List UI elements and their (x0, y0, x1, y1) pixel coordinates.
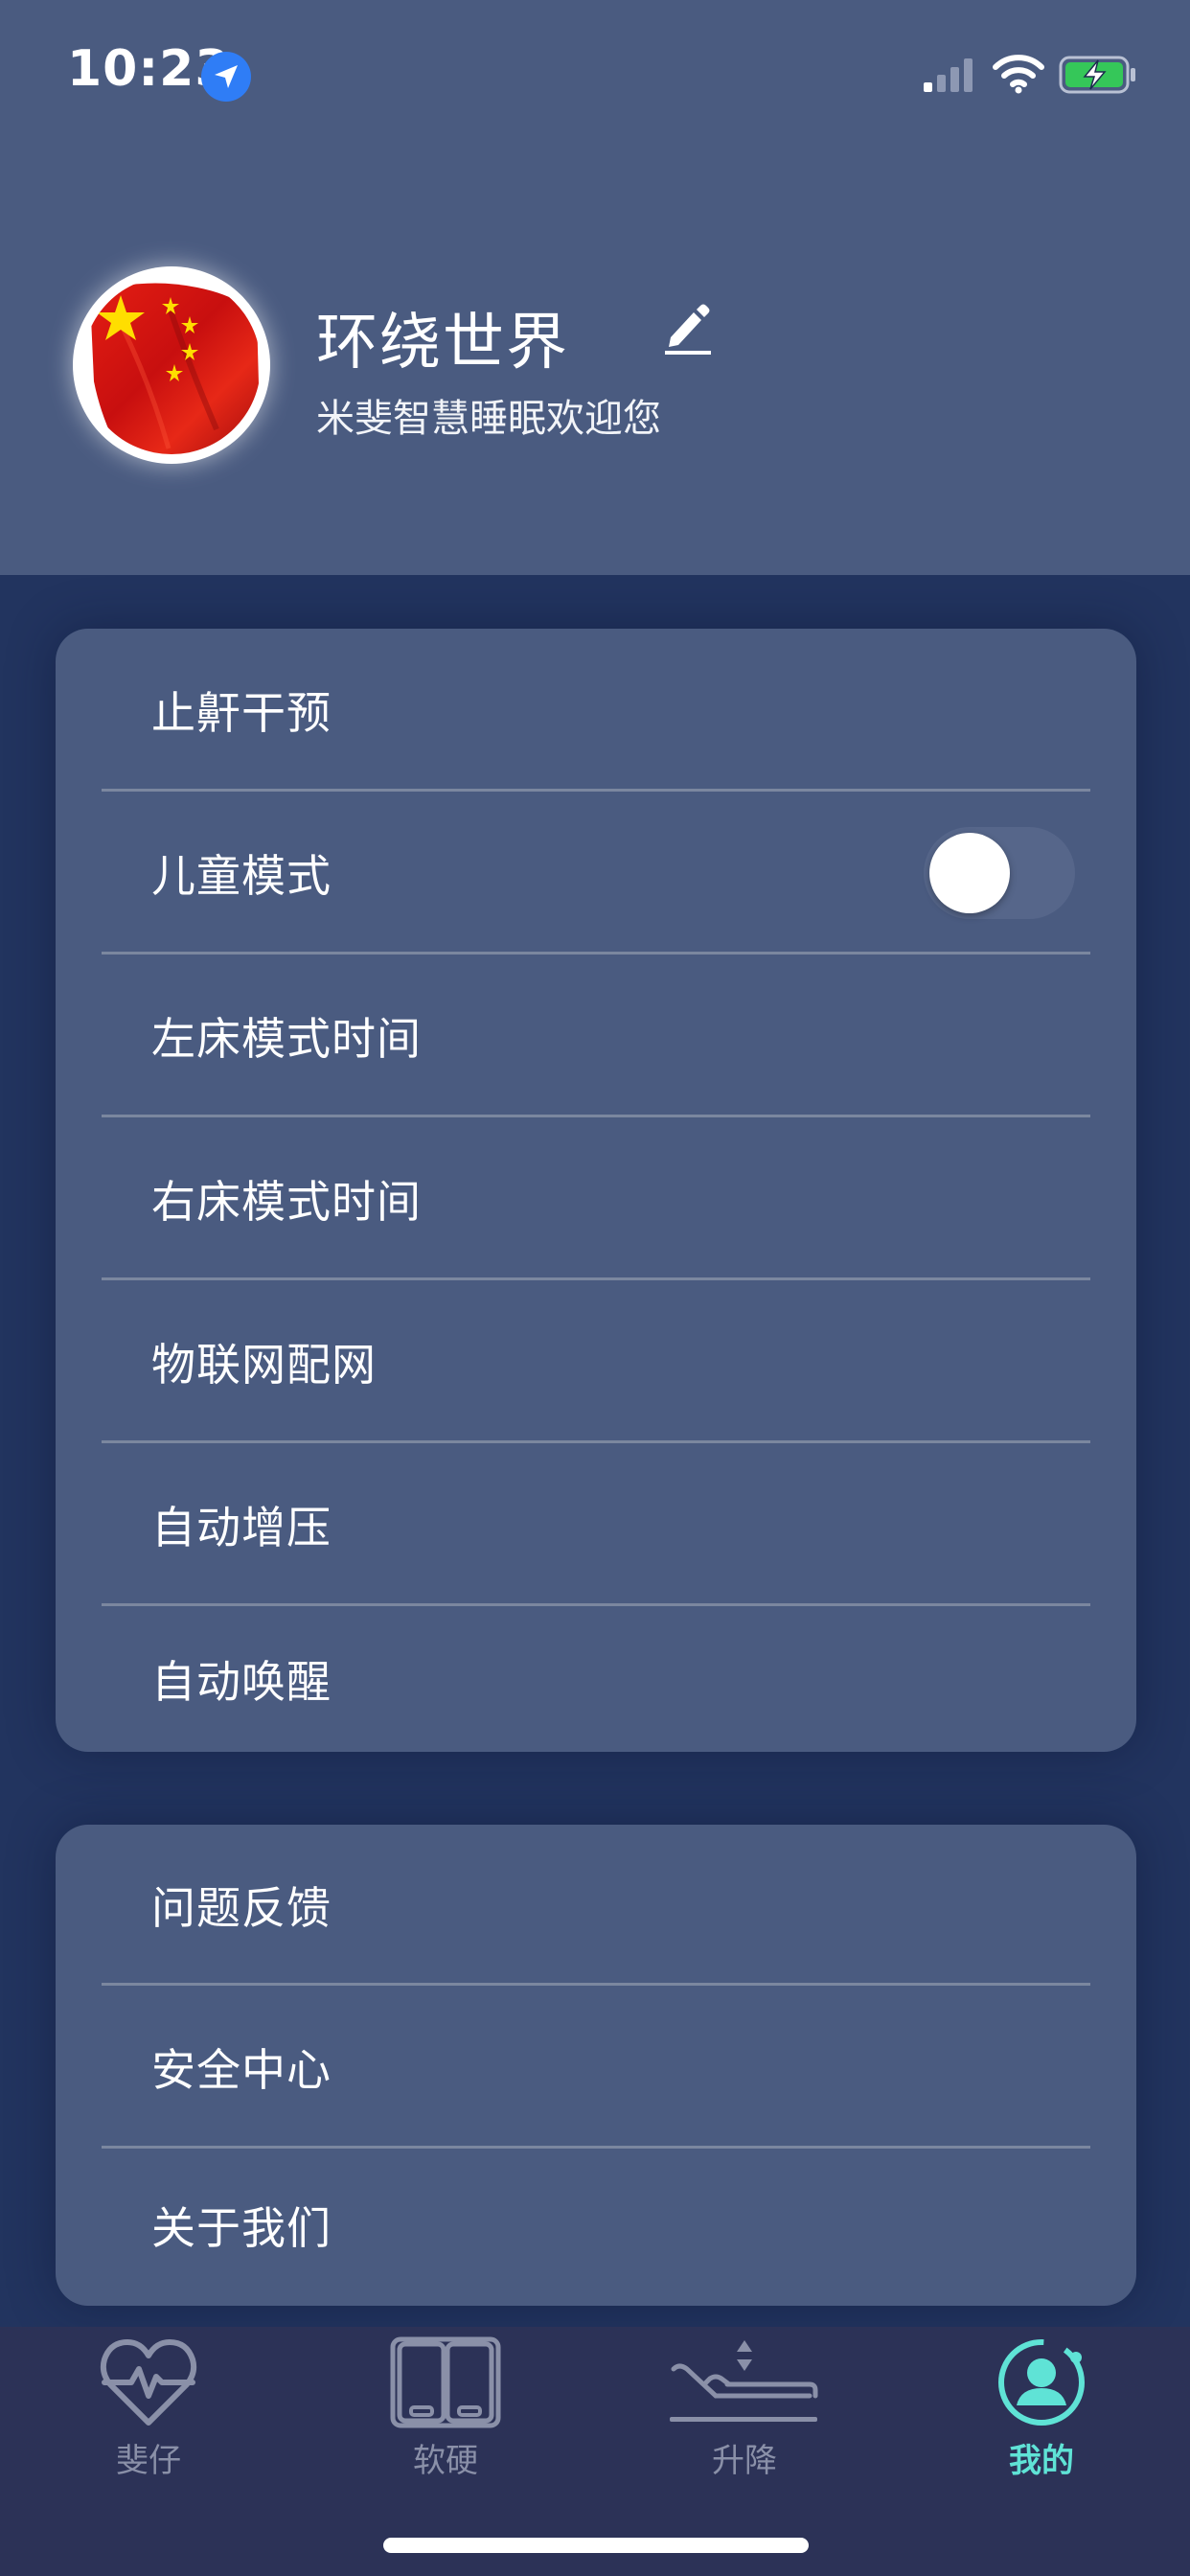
tab-lift[interactable]: 升降 (596, 2327, 893, 2509)
setting-left-bed-time[interactable]: 左床模式时间 (56, 954, 1136, 1117)
tab-feizai[interactable]: 斐仔 (0, 2327, 297, 2509)
edit-pencil-icon[interactable] (659, 299, 717, 360)
tab-label: 升降 (712, 2442, 777, 2480)
settings-card-secondary: 问题反馈 安全中心 关于我们 (56, 1825, 1136, 2306)
setting-security-center[interactable]: 安全中心 (56, 1986, 1136, 2149)
setting-auto-pressurize[interactable]: 自动增压 (56, 1443, 1136, 1606)
child-mode-toggle[interactable] (924, 827, 1075, 919)
battery-charging-icon (1058, 54, 1138, 100)
flag-image (82, 276, 261, 454)
setting-label: 自动增压 (151, 1502, 332, 1553)
bed-lift-icon (666, 2336, 823, 2432)
setting-feedback[interactable]: 问题反馈 (56, 1825, 1136, 1986)
user-profile-icon (995, 2336, 1087, 2432)
profile-header: 10:23 环绕世界 米斐智慧睡眠欢迎您 (0, 0, 1190, 575)
toggle-knob (929, 833, 1010, 913)
setting-label: 左床模式时间 (151, 1013, 422, 1065)
setting-about-us[interactable]: 关于我们 (56, 2149, 1136, 2302)
avatar[interactable] (73, 266, 270, 464)
setting-label: 问题反馈 (151, 1882, 332, 1934)
tab-label: 我的 (1009, 2442, 1074, 2480)
tab-label: 斐仔 (116, 2442, 181, 2480)
tab-mine[interactable]: 我的 (893, 2327, 1190, 2509)
heart-pulse-icon (99, 2336, 198, 2432)
mattress-icon (390, 2336, 501, 2432)
setting-label: 止鼾干预 (151, 687, 332, 739)
wifi-icon (993, 54, 1044, 98)
setting-auto-wake[interactable]: 自动唤醒 (56, 1606, 1136, 1752)
username: 环绕世界 (316, 308, 569, 379)
setting-label: 安全中心 (151, 2044, 332, 2096)
setting-label: 自动唤醒 (151, 1656, 332, 1708)
settings-card-primary: 止鼾干预 儿童模式 左床模式时间 右床模式时间 物联网配网 自动增压 自动唤醒 (56, 629, 1136, 1752)
setting-iot-network[interactable]: 物联网配网 (56, 1280, 1136, 1443)
setting-label: 关于我们 (151, 2202, 332, 2254)
tab-firmness[interactable]: 软硬 (297, 2327, 594, 2509)
welcome-text: 米斐智慧睡眠欢迎您 (316, 397, 661, 441)
setting-label: 右床模式时间 (151, 1176, 422, 1228)
cellular-signal-icon (922, 56, 979, 98)
status-bar: 10:23 (0, 0, 1190, 125)
setting-label: 物联网配网 (151, 1339, 377, 1391)
location-arrow-icon (201, 52, 251, 102)
setting-child-mode[interactable]: 儿童模式 (56, 792, 1136, 954)
tab-label: 软硬 (413, 2442, 478, 2480)
setting-snore-intervention[interactable]: 止鼾干预 (56, 629, 1136, 792)
setting-right-bed-time[interactable]: 右床模式时间 (56, 1117, 1136, 1280)
home-indicator[interactable] (383, 2538, 809, 2553)
setting-label: 儿童模式 (151, 850, 332, 902)
